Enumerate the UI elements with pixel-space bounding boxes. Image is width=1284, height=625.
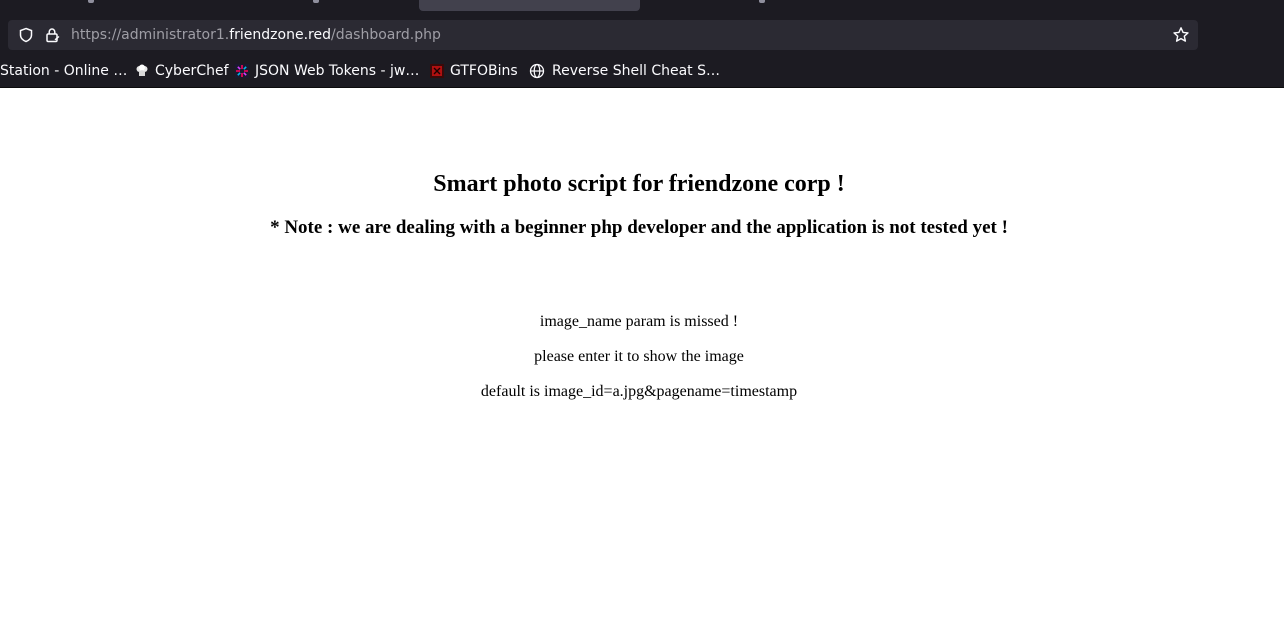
url-bar[interactable]: https://administrator1.friendzone.red/da… [8, 20, 1198, 50]
bookmark-reverse-shell[interactable]: Reverse Shell Cheat S… [529, 62, 720, 80]
url-text[interactable]: https://administrator1.friendzone.red/da… [71, 27, 441, 43]
bookmark-label: JSON Web Tokens - jw… [255, 63, 420, 79]
bookmark-station[interactable]: Station - Online … [0, 62, 127, 80]
jwt-icon [235, 64, 249, 78]
url-scheme: https://administrator1. [71, 27, 230, 43]
bookmark-gtfobins[interactable]: GTFOBins [430, 62, 518, 80]
bookmark-label: Station - Online … [0, 63, 128, 79]
tab-strip [0, 0, 1284, 15]
url-domain: friendzone.red [229, 27, 331, 43]
globe-icon [529, 63, 545, 79]
page-content: Smart photo script for friendzone corp !… [0, 88, 1284, 625]
url-path: /dashboard.php [330, 27, 441, 43]
bookmark-cyberchef[interactable]: CyberChef [135, 62, 229, 80]
shield-icon[interactable] [18, 27, 34, 43]
bookmark-star-icon[interactable] [1172, 26, 1190, 44]
bookmark-label: GTFOBins [450, 63, 518, 79]
page-title: Smart photo script for friendzone corp ! [433, 171, 845, 197]
chef-hat-icon [136, 64, 148, 76]
bookmark-label: Reverse Shell Cheat S… [552, 63, 720, 79]
tab-edge[interactable] [313, 0, 319, 3]
tab-edge[interactable] [88, 0, 94, 3]
gtfobins-icon [430, 64, 444, 78]
bookmark-jwt[interactable]: JSON Web Tokens - jw… [235, 62, 419, 80]
message-missing-param: image_name param is missed ! [539, 313, 739, 330]
tab-edge[interactable] [759, 0, 765, 3]
bookmark-label: CyberChef [155, 63, 229, 79]
browser-chrome: https://administrator1.friendzone.red/da… [0, 0, 1284, 88]
tab-active[interactable] [419, 0, 640, 11]
message-enter-param: please enter it to show the image [534, 348, 744, 365]
lock-icon[interactable] [44, 27, 60, 43]
page-note: * Note : we are dealing with a beginner … [270, 217, 1008, 238]
message-default-param: default is image_id=a.jpg&pagename=times… [480, 383, 798, 400]
bookmarks-toolbar: Station - Online … CyberChef JSON Web To… [0, 56, 1284, 86]
